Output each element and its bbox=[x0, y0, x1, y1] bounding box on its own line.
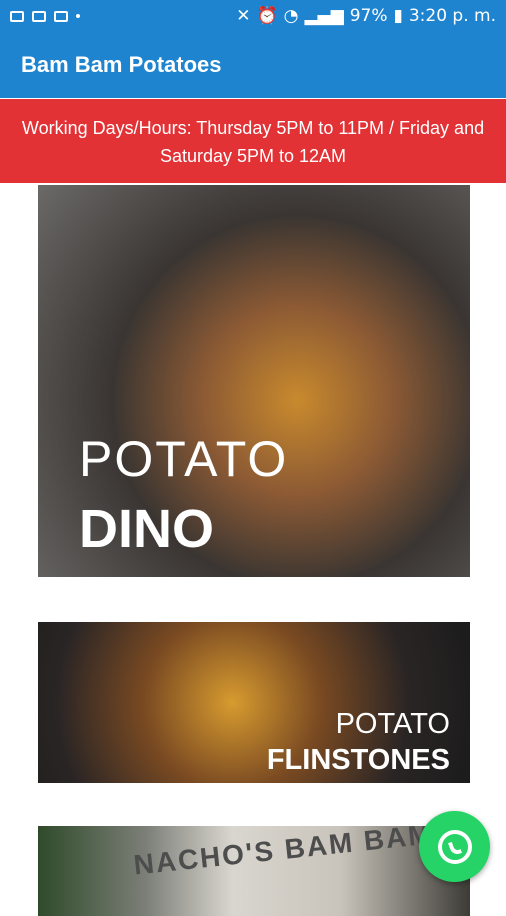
mute-icon: ✕ bbox=[236, 6, 251, 26]
menu-item-title-line1: POTATO bbox=[335, 708, 450, 740]
status-bar: ✕ ⏰ ◔ ▂▄▆ 97% ▮ 3:20 p. m. bbox=[0, 0, 506, 32]
app-bar: Bam Bam Potatoes bbox=[0, 32, 506, 98]
battery-icon: ▮ bbox=[393, 6, 403, 26]
dot-icon bbox=[76, 14, 80, 18]
menu-item-title-line2: FLINSTONES bbox=[266, 744, 450, 776]
image-icon bbox=[10, 10, 24, 22]
clock: 3:20 p. m. bbox=[408, 6, 496, 26]
hours-text: Working Days/Hours: Thursday 5PM to 11PM… bbox=[21, 118, 485, 166]
laptop-icon bbox=[32, 10, 46, 22]
menu-item-potato-dino[interactable]: POTATO DINO bbox=[38, 185, 470, 577]
menu-item-sign: NACHO'S BAM BAM bbox=[132, 826, 435, 881]
signal-icon: ▂▄▆ bbox=[304, 6, 344, 26]
menu-item-title-line1: POTATO bbox=[79, 431, 289, 487]
menu-item-title-line2: DINO bbox=[79, 499, 214, 559]
status-bar-left-icons bbox=[10, 10, 80, 22]
phone-icon bbox=[447, 839, 462, 856]
status-bar-right: ✕ ⏰ ◔ ▂▄▆ 97% ▮ 3:20 p. m. bbox=[236, 6, 496, 26]
battery-percent: 97% bbox=[349, 6, 388, 26]
app-title: Bam Bam Potatoes bbox=[21, 52, 222, 77]
youtube-icon bbox=[54, 10, 68, 22]
whatsapp-icon bbox=[437, 829, 472, 864]
whatsapp-button[interactable] bbox=[419, 811, 490, 882]
alarm-icon: ⏰ bbox=[256, 6, 278, 26]
wifi-icon: ◔ bbox=[283, 6, 299, 26]
menu-item-nachos-bam-bam[interactable]: NACHO'S BAM BAM bbox=[38, 826, 470, 916]
menu-item-potato-flinstones[interactable]: POTATO FLINSTONES bbox=[38, 622, 470, 783]
hours-banner: Working Days/Hours: Thursday 5PM to 11PM… bbox=[0, 99, 506, 183]
